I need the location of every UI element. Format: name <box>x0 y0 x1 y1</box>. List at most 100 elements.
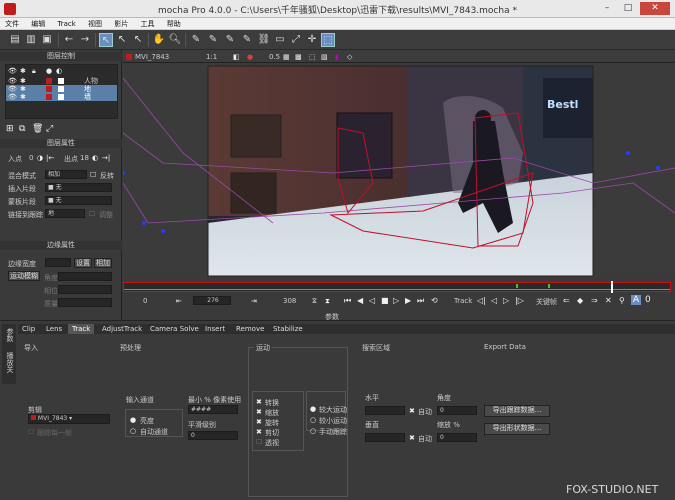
visibility-icon[interactable]: 👁︎ <box>8 77 17 85</box>
large-motion-radio[interactable]: ● <box>310 405 316 413</box>
viewer-canvas[interactable]: Bestl <box>121 63 675 278</box>
side-tab-params[interactable]: 参数 <box>5 328 15 342</box>
tab-remove[interactable]: Remove <box>232 324 268 334</box>
layer-matte-swatch[interactable] <box>58 78 64 84</box>
layer-color-swatch[interactable] <box>46 94 52 100</box>
perspective-checkbox[interactable]: ☐ <box>256 438 262 446</box>
layer-matte-swatch[interactable] <box>58 94 64 100</box>
move-tool-icon[interactable]: ✛ <box>305 33 319 47</box>
tab-stabilize[interactable]: Stabilize <box>269 324 307 334</box>
tab-insert[interactable]: Insert <box>201 324 229 334</box>
layer-color-swatch[interactable] <box>46 78 52 84</box>
track-gear-icon[interactable]: ✱ <box>20 93 26 101</box>
tracks-view-icon[interactable]: ▧ <box>321 53 328 61</box>
set-out-icon[interactable]: ◐ <box>92 154 98 162</box>
playhead[interactable] <box>611 281 613 293</box>
search-zoom-input[interactable]: 0 <box>437 433 477 442</box>
play-icon[interactable]: ▷ <box>393 296 399 305</box>
tab-clip[interactable]: Clip <box>18 324 39 334</box>
keyframe-marker[interactable] <box>548 284 550 288</box>
zero-icon[interactable]: 0 <box>645 295 651 305</box>
menu-file[interactable]: 文件 <box>0 18 24 30</box>
layer-matte-swatch[interactable] <box>58 86 64 92</box>
tab-camera-solve[interactable]: Camera Solve <box>146 324 203 334</box>
prev-keyframe-icon[interactable]: ⇐ <box>563 296 570 305</box>
clip-name[interactable]: MVI_7843 <box>135 53 169 61</box>
horizontal-input[interactable] <box>365 406 405 415</box>
auto-channel-radio[interactable]: ○ <box>130 427 136 435</box>
minimize-button[interactable]: – <box>597 2 617 15</box>
new-project-icon[interactable]: ▤ <box>8 33 22 47</box>
track-gear-icon[interactable]: ✱ <box>20 77 26 85</box>
transform-tool-icon[interactable]: ⤢ <box>289 33 303 47</box>
xspline-add-icon[interactable]: ✎ <box>206 33 220 47</box>
luminance-radio[interactable]: ● <box>130 416 136 424</box>
close-button[interactable]: ✕ <box>640 2 670 15</box>
delete-layer-icon[interactable]: 🗑︎ <box>32 124 43 134</box>
save-project-icon[interactable]: ▣ <box>40 33 54 47</box>
visibility-icon[interactable]: 👁︎ <box>8 85 17 93</box>
alpha-value[interactable]: 0.5 <box>269 53 280 61</box>
visibility-icon[interactable]: 👁︎ <box>8 93 17 101</box>
set-in-point-icon[interactable]: ⇤ <box>176 297 182 305</box>
insert-clip-select[interactable]: ■ 无 <box>45 183 112 192</box>
link-tool-icon[interactable]: ⛓ <box>257 33 271 47</box>
jump-in-icon[interactable]: |← <box>46 154 54 162</box>
hand-tool-icon[interactable]: ✋ <box>152 33 166 47</box>
track-forward-frame-icon[interactable]: ▷ <box>503 296 509 305</box>
zoom-tool-icon[interactable]: 🔍︎ <box>168 33 182 47</box>
motion-blur-button[interactable]: 运动模糊 <box>8 271 40 281</box>
go-end-icon[interactable]: ⏭ <box>417 296 424 306</box>
add-layer-icon[interactable]: ⊞ <box>6 124 14 134</box>
keyframe-lock-icon[interactable]: ⚲ <box>619 296 625 305</box>
layer-color-swatch[interactable] <box>46 86 52 92</box>
redo-icon[interactable]: → <box>78 33 92 47</box>
add-keyframe-icon[interactable]: ◆ <box>577 296 583 305</box>
add-edge-button[interactable]: 相加 <box>94 258 112 268</box>
blend-mode-select[interactable]: 相加 <box>45 170 87 179</box>
clip-select[interactable]: MVI_7843 ▾ <box>28 414 110 424</box>
track-each-frame-checkbox[interactable]: ☐ <box>28 428 34 436</box>
rect-tool-icon[interactable]: ▭ <box>273 33 287 47</box>
select-tool-icon[interactable]: ↖ <box>99 33 113 47</box>
keyframe-marker[interactable] <box>516 284 518 288</box>
layer-row-selected[interactable]: 👁︎ ✱ 墙 <box>6 93 117 101</box>
export-track-button[interactable]: 导出跟踪数据... <box>484 405 550 417</box>
loop-icon[interactable]: ⟲ <box>431 296 438 305</box>
zoom-level[interactable]: 1:1 <box>206 53 217 61</box>
side-tab-playback[interactable]: 播放关 <box>5 352 15 373</box>
delete-keyframe-icon[interactable]: ✕ <box>605 296 612 305</box>
vertical-input[interactable] <box>365 433 405 442</box>
expand-icon[interactable]: ⤢ <box>46 124 53 134</box>
step-forward-icon[interactable]: ▶ <box>405 296 411 305</box>
tab-adjusttrack[interactable]: AdjustTrack <box>98 324 146 334</box>
track-backward-icon[interactable]: ◁| <box>477 296 486 305</box>
surface-view-icon[interactable]: ⬚ <box>309 53 316 61</box>
min-pixels-input[interactable]: #### <box>188 405 238 414</box>
current-frame-field[interactable]: 276 <box>193 296 231 305</box>
bspline-tool-icon[interactable]: ✎ <box>223 33 237 47</box>
edge-width-input[interactable] <box>45 258 71 267</box>
link-track-select[interactable]: 地 <box>45 209 85 218</box>
undo-icon[interactable]: ← <box>62 33 76 47</box>
track-gear-icon[interactable]: ✱ <box>20 85 26 93</box>
menu-edit[interactable]: 编辑 <box>26 18 50 30</box>
mb-angle-input[interactable] <box>58 272 112 281</box>
stop-icon[interactable]: ■ <box>381 296 389 305</box>
set-edge-button[interactable]: 设置 <box>74 258 92 268</box>
small-motion-radio[interactable]: ○ <box>310 416 316 424</box>
matte-clip-select[interactable]: ■ 无 <box>45 196 112 205</box>
matte-view-icon[interactable]: ▮ <box>335 53 339 61</box>
step-back-icon[interactable]: ◀ <box>357 296 363 305</box>
tab-track[interactable]: Track <box>68 324 95 334</box>
surface-tool-icon[interactable]: ⬚ <box>321 33 335 47</box>
auto-keyframe-icon[interactable]: A <box>631 295 641 305</box>
play-back-icon[interactable]: ◁ <box>369 296 375 305</box>
view-mode-icon[interactable]: ◧ <box>233 53 240 61</box>
jump-out-icon[interactable]: →| <box>102 154 110 162</box>
tab-lens[interactable]: Lens <box>42 324 66 334</box>
translate-checkbox[interactable]: ✖ <box>256 398 262 406</box>
open-project-icon[interactable]: ▥ <box>24 33 38 47</box>
scale-checkbox[interactable]: ✖ <box>256 408 262 416</box>
layer-row-selected[interactable]: 👁︎ ✱ 地 <box>6 85 117 93</box>
